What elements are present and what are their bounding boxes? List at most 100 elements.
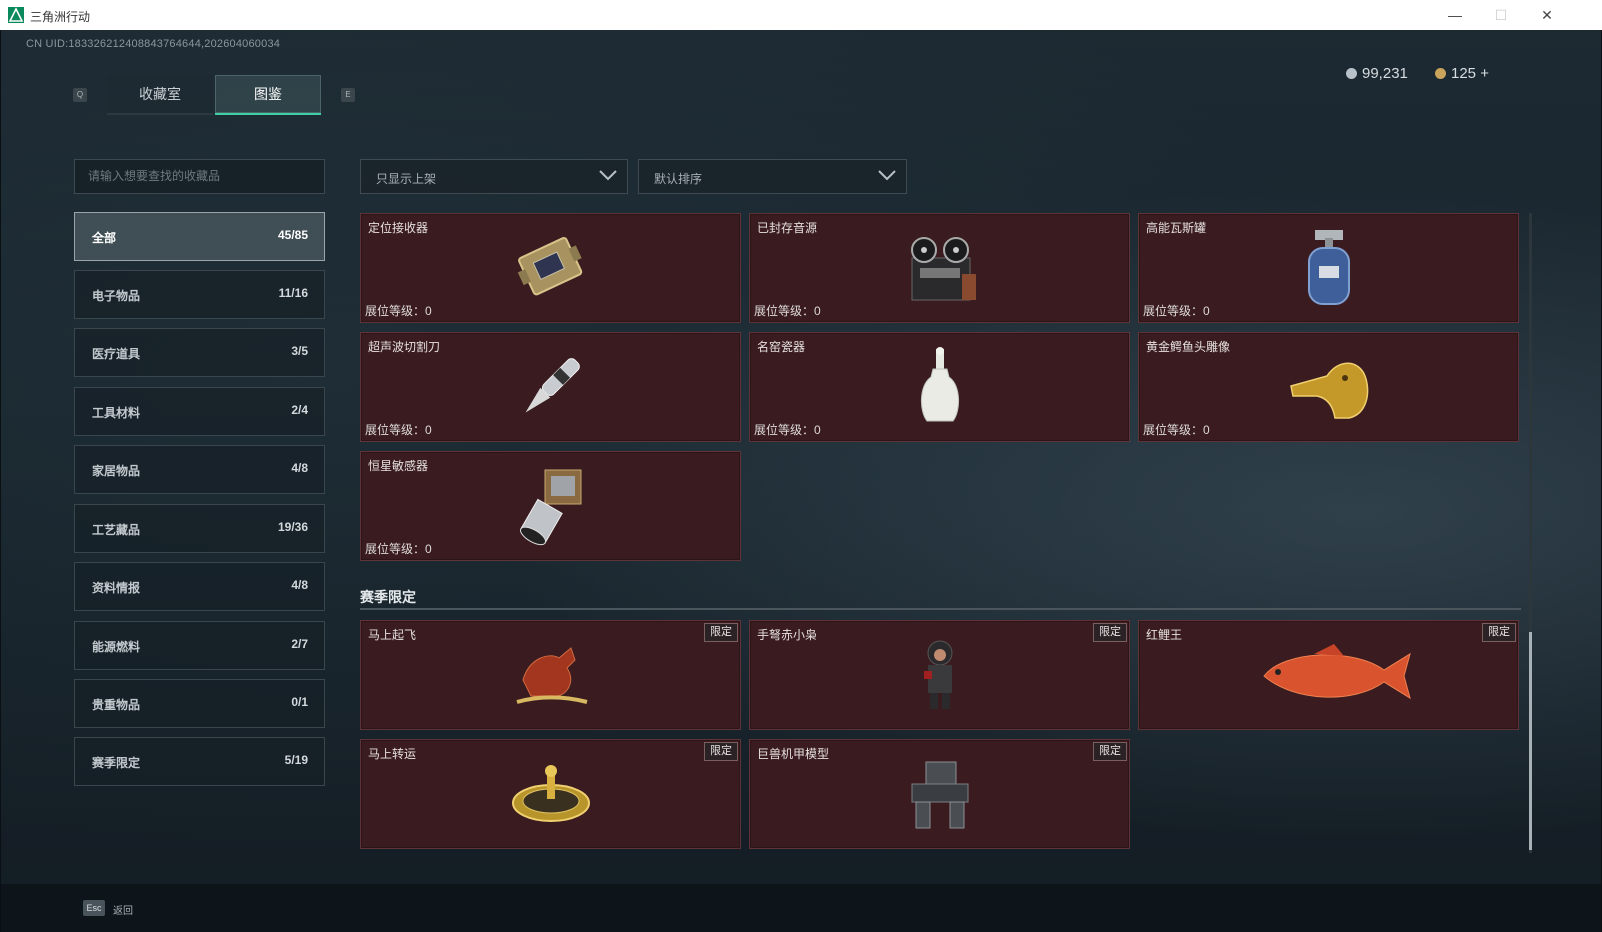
item-name: 红鲤王: [1146, 628, 1183, 642]
star-sensor-icon: [519, 469, 581, 546]
item-name: 手弩赤小枭: [757, 628, 818, 642]
chevron-down-icon: [599, 170, 617, 181]
category-label: 资料情报: [92, 581, 141, 595]
item-name: 高能瓦斯罐: [1146, 221, 1207, 235]
limited-badge: 限定: [1093, 623, 1127, 642]
display-level: 展位等级：0: [754, 423, 821, 437]
display-filter-value: 只显示上架: [376, 172, 437, 186]
item-name: 名窑瓷器: [757, 340, 806, 354]
prev-tab-key-hint: Q: [73, 88, 87, 102]
item-card[interactable]: 已封存音源 展位等级：0: [749, 213, 1130, 323]
currency-silver-value: 99,231: [1362, 65, 1408, 82]
category-valuables[interactable]: 贵重物品 0/1: [74, 679, 325, 728]
currency-silver: 99,231: [1346, 65, 1408, 82]
display-level: 展位等级：0: [365, 304, 432, 318]
category-intel[interactable]: 资料情报 4/8: [74, 562, 325, 611]
vase-icon: [920, 347, 959, 422]
figure-icon: [923, 640, 952, 709]
category-label: 家居物品: [92, 464, 141, 478]
item-card[interactable]: 定位接收器 展位等级：0: [360, 213, 741, 323]
limited-badge: 限定: [1093, 742, 1127, 761]
back-button-label[interactable]: 返回: [113, 902, 133, 917]
category-count: 19/36: [277, 520, 308, 534]
sort-value: 默认排序: [654, 172, 703, 186]
category-count: 4/8: [291, 578, 308, 592]
category-season-limited[interactable]: 赛季限定 5/19: [74, 737, 325, 786]
category-household[interactable]: 家居物品 4/8: [74, 445, 325, 494]
tab-codex[interactable]: 图鉴: [215, 75, 321, 115]
season-item-card[interactable]: 马上转运 限定: [360, 739, 741, 849]
display-level: 展位等级：0: [365, 542, 432, 556]
season-item-card[interactable]: 手弩赤小枭 限定: [749, 620, 1130, 730]
item-card[interactable]: 高能瓦斯罐 展位等级：0: [1138, 213, 1519, 323]
next-tab-key-hint: E: [341, 88, 355, 102]
currency-premium[interactable]: 125 +: [1435, 65, 1489, 82]
category-count: 2/7: [291, 637, 308, 651]
season-item-card[interactable]: 巨兽机甲模型 限定: [749, 739, 1130, 849]
category-count: 2/4: [291, 403, 308, 417]
window-titlebar: 三角洲行动 — ☐ ✕: [0, 0, 1602, 30]
category-tools[interactable]: 工具材料 2/4: [74, 387, 325, 436]
receiver-icon: [517, 237, 582, 296]
carp-icon: [1262, 644, 1411, 700]
search-input[interactable]: 请输入想要查找的收藏品: [74, 159, 325, 194]
silver-coin-icon: [1346, 68, 1357, 79]
app-logo-icon: [8, 7, 24, 23]
item-name: 黄金鳄鱼头雕像: [1146, 340, 1231, 354]
season-item-card[interactable]: 红鲤王 限定: [1138, 620, 1519, 730]
maximize-button[interactable]: ☐: [1478, 0, 1524, 30]
sort-dropdown[interactable]: 默认排序: [638, 159, 907, 194]
item-name: 恒星敏感器: [368, 459, 429, 473]
category-label: 医疗道具: [92, 347, 141, 361]
category-crafts[interactable]: 工艺藏品 19/36: [74, 504, 325, 553]
item-card[interactable]: 名窑瓷器 展位等级：0: [749, 332, 1130, 442]
season-item-card[interactable]: 马上起飞 限定: [360, 620, 741, 730]
section-divider: [360, 608, 1521, 610]
item-name: 马上起飞: [368, 628, 417, 642]
category-all[interactable]: 全部 45/85: [74, 212, 325, 261]
limited-badge: 限定: [1482, 623, 1516, 642]
category-fuel[interactable]: 能源燃料 2/7: [74, 621, 325, 670]
item-name: 超声波切割刀: [368, 340, 441, 354]
gold-coin-icon: [1435, 68, 1446, 79]
window-title: 三角洲行动: [30, 10, 91, 24]
golden-disc-icon: [511, 765, 590, 822]
tab-collection-room[interactable]: 收藏室: [107, 75, 213, 115]
category-label: 电子物品: [92, 289, 141, 303]
category-count: 4/8: [291, 461, 308, 475]
horse-statue-icon: [515, 647, 587, 704]
category-count: 3/5: [291, 344, 308, 358]
item-card[interactable]: 超声波切割刀 展位等级：0: [360, 332, 741, 442]
esc-key-hint[interactable]: Esc: [83, 900, 105, 916]
category-label: 贵重物品: [92, 698, 141, 712]
scrollbar-thumb[interactable]: [1529, 632, 1532, 850]
mech-model-icon: [911, 761, 968, 829]
category-count: 45/85: [277, 228, 308, 242]
category-count: 5/19: [284, 753, 308, 767]
category-label: 能源燃料: [92, 640, 141, 654]
display-level: 展位等级：0: [1143, 423, 1210, 437]
category-count: 0/1: [291, 695, 308, 709]
tape-recorder-icon: [910, 237, 976, 301]
item-name: 已封存音源: [757, 221, 818, 235]
section-title-season: 赛季限定: [360, 589, 416, 605]
chevron-down-icon: [878, 170, 896, 181]
item-card[interactable]: 黄金鳄鱼头雕像 展位等级：0: [1138, 332, 1519, 442]
limited-badge: 限定: [704, 623, 738, 642]
footer-bar: [0, 884, 1602, 932]
display-level: 展位等级：0: [1143, 304, 1210, 318]
category-label: 工艺藏品: [92, 523, 141, 537]
minimize-button[interactable]: —: [1432, 0, 1478, 30]
limited-badge: 限定: [704, 742, 738, 761]
category-electronics[interactable]: 电子物品 11/16: [74, 270, 325, 319]
currency-premium-value: 125 +: [1451, 65, 1489, 82]
display-level: 展位等级：0: [754, 304, 821, 318]
display-level: 展位等级：0: [365, 423, 432, 437]
close-button[interactable]: ✕: [1524, 0, 1570, 30]
display-filter-dropdown[interactable]: 只显示上架: [360, 159, 628, 194]
category-count: 11/16: [278, 286, 308, 300]
crocodile-statue-icon: [1289, 362, 1368, 419]
item-card[interactable]: 恒星敏感器 展位等级：0: [360, 451, 741, 561]
category-medical[interactable]: 医疗道具 3/5: [74, 328, 325, 377]
gas-canister-icon: [1307, 230, 1350, 305]
